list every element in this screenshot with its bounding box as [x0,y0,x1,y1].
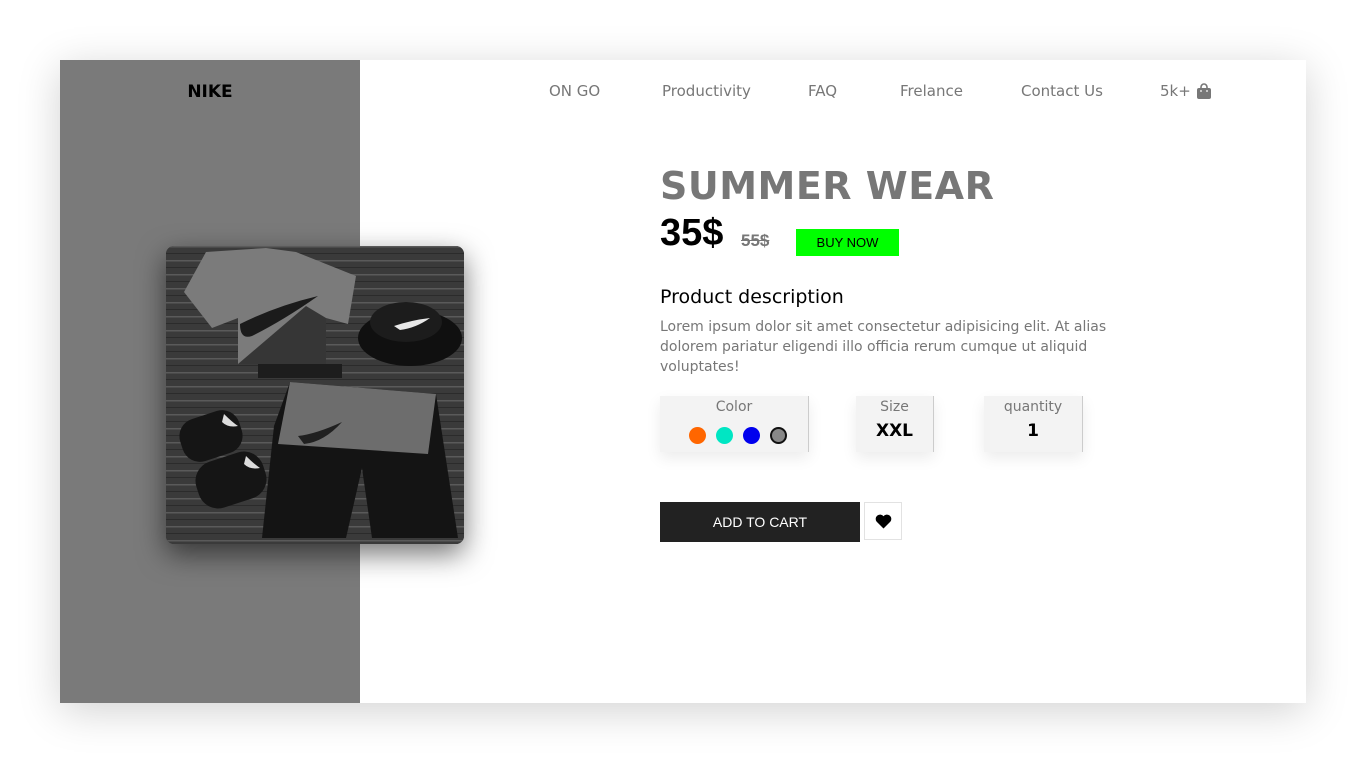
product-photo [166,246,464,544]
quantity-label: quantity [1003,399,1063,415]
product-image [166,246,464,544]
product-old-price: 55$ [741,231,770,250]
color-swatch-blue[interactable] [743,427,760,444]
color-selector: Color [660,396,809,452]
nav-item-faq[interactable]: FAQ [808,82,837,100]
product-price: 35$ [660,212,724,254]
nav-item-on-go[interactable]: ON GO [549,82,600,100]
heart-icon [875,514,891,528]
nav-item-frelance[interactable]: Frelance [900,82,963,100]
color-swatch-gray[interactable] [770,427,787,444]
product-title: SUMMER WEAR [660,164,995,208]
add-to-cart-button[interactable]: ADD TO CART [660,502,860,542]
shopping-bag-icon[interactable] [1196,83,1212,100]
top-nav: ON GO Productivity FAQ Frelance Contact … [60,82,1306,104]
color-swatch-teal[interactable] [716,427,733,444]
nav-item-productivity[interactable]: Productivity [662,82,751,100]
description-heading: Product description [660,286,844,308]
description-text: Lorem ipsum dolor sit amet consectetur a… [660,319,1107,375]
wishlist-button[interactable] [864,502,902,540]
quantity-value[interactable]: 1 [984,421,1082,441]
size-label: Size [880,399,909,415]
color-swatch-orange[interactable] [689,427,706,444]
size-selector[interactable]: Size XXL [856,396,934,452]
size-value[interactable]: XXL [856,421,933,441]
nav-item-contact-us[interactable]: Contact Us [1021,82,1103,100]
buy-now-button[interactable]: BUY NOW [796,229,899,256]
color-label: Color [715,399,753,415]
cart-count[interactable]: 5k+ [1160,82,1191,100]
product-card: NIKE ON GO Productivity FAQ Frelance Con… [60,60,1306,703]
quantity-selector[interactable]: quantity 1 [984,396,1083,452]
